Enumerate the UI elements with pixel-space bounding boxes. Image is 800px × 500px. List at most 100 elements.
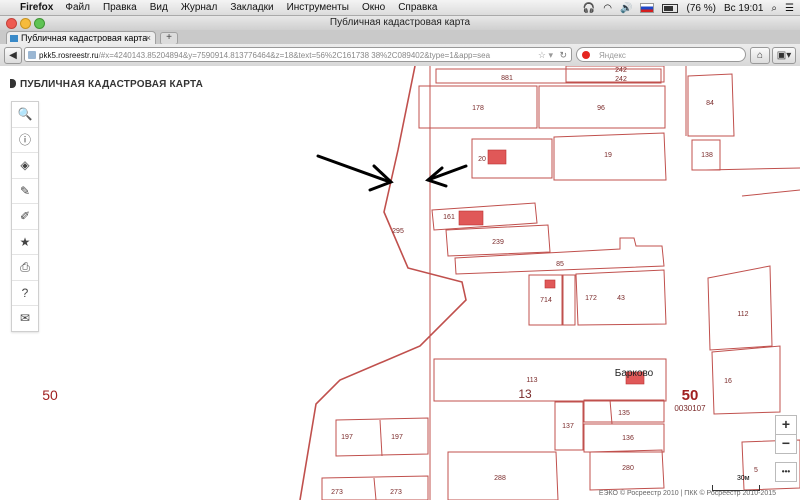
- spotlight-icon[interactable]: ⌕: [771, 3, 777, 14]
- district-label: 50: [682, 387, 699, 404]
- maximize-window-button[interactable]: [34, 18, 45, 29]
- menu-app-firefox[interactable]: Firefox: [20, 2, 53, 13]
- quarter-label: 0030107: [674, 404, 706, 413]
- layers-tool-button[interactable]: ◈: [12, 153, 38, 179]
- star-icon: ★: [19, 234, 31, 249]
- parcel-label: 280: [622, 465, 634, 472]
- parcel-label: 5: [754, 467, 758, 474]
- tab-bar: Публичная кадастровая карта × +: [0, 30, 800, 45]
- parcel-label: 96: [597, 105, 605, 112]
- cadastral-map[interactable]: 881 242 242 84 178 96 20 19 138 161 295 …: [0, 66, 800, 500]
- parcel-label: 197: [391, 434, 403, 441]
- close-tab-icon[interactable]: ×: [146, 32, 151, 44]
- close-window-button[interactable]: [6, 18, 17, 29]
- village-label: Барково: [615, 368, 654, 379]
- headphones-icon[interactable]: 🎧: [583, 3, 595, 14]
- volume-icon[interactable]: 🔊: [620, 3, 632, 14]
- parcel-label: 172: [585, 295, 597, 302]
- parcel-label: 84: [706, 100, 714, 107]
- menu-history[interactable]: Журнал: [181, 2, 218, 13]
- favorites-tool-button[interactable]: ★: [12, 230, 38, 255]
- building[interactable]: [487, 149, 507, 165]
- url-bar[interactable]: pkk5.rosreestr.ru/#x=4240143.85204894&y=…: [24, 47, 572, 62]
- search-tool-button[interactable]: 🔍: [12, 102, 38, 128]
- menu-view[interactable]: Вид: [150, 2, 168, 13]
- battery-percent: (76 %): [686, 2, 716, 14]
- language-flag-icon[interactable]: [640, 3, 655, 13]
- os-menubar: Firefox Файл Правка Вид Журнал Закладки …: [0, 0, 800, 16]
- parcel-label: 135: [618, 410, 630, 417]
- parcel-label: 714: [540, 297, 552, 304]
- notifications-icon[interactable]: ☰: [785, 3, 794, 14]
- parcel-label: 85: [556, 261, 564, 268]
- menu-edit[interactable]: Правка: [103, 2, 137, 13]
- parcel[interactable]: [707, 265, 773, 351]
- parcel[interactable]: [454, 237, 665, 275]
- rosreestr-logo-icon: [10, 79, 16, 88]
- menu-bookmarks[interactable]: Закладки: [230, 2, 273, 13]
- parcel[interactable]: [562, 274, 576, 326]
- parcel[interactable]: [711, 345, 781, 415]
- parcel-label: 288: [494, 475, 506, 482]
- print-icon: ⎙: [20, 259, 30, 274]
- yandex-icon: [582, 51, 590, 59]
- parcel-label: 239: [492, 239, 504, 246]
- parcel-label: 137: [562, 423, 574, 430]
- window-titlebar: Публичная кадастровая карта: [0, 16, 800, 30]
- bookmark-star-icon[interactable]: ☆ ▾: [538, 48, 553, 61]
- parcel-label: 881: [501, 75, 513, 82]
- wifi-icon[interactable]: ◠: [603, 3, 612, 14]
- toolbar: 🔍 ⓘ ◈ ✎ ✐ ★ ⎙ ? ✉: [11, 101, 39, 332]
- parcel-label: 19: [604, 152, 612, 159]
- navigation-bar: ◀ pkk5.rosreestr.ru/#x=4240143.85204894&…: [0, 44, 800, 67]
- parcel-label: 113: [526, 377, 537, 384]
- zoom-out-button[interactable]: −: [775, 434, 797, 454]
- menu-window[interactable]: Окно: [362, 2, 385, 13]
- menu-tools[interactable]: Инструменты: [287, 2, 349, 13]
- parcel-label: 136: [622, 435, 634, 442]
- help-icon: ?: [21, 285, 29, 300]
- parcel-label: 197: [341, 434, 353, 441]
- layers-icon: ◈: [20, 158, 30, 173]
- app-title: ПУБЛИЧНАЯ КАДАСТРОВАЯ КАРТА: [20, 79, 204, 90]
- site-identity-icon[interactable]: [28, 51, 36, 59]
- page-content: 881 242 242 84 178 96 20 19 138 161 295 …: [0, 66, 800, 500]
- boundary-line: [299, 66, 467, 500]
- parcel-label: 273: [331, 489, 343, 496]
- building[interactable]: [544, 279, 556, 289]
- parcel-label: 13: [518, 387, 532, 401]
- parcel-label: 20: [478, 156, 486, 163]
- info-icon: ⓘ: [18, 133, 31, 148]
- minimize-window-button[interactable]: [20, 18, 31, 29]
- measure-tool-button[interactable]: ✐: [12, 204, 38, 230]
- home-button[interactable]: ⌂: [750, 47, 770, 64]
- reload-icon[interactable]: ↻: [559, 48, 567, 61]
- parcel-label: 43: [617, 295, 625, 302]
- mail-icon: ✉: [19, 311, 31, 326]
- app-logo[interactable]: ПУБЛИЧНАЯ КАДАСТРОВАЯ КАРТА: [10, 79, 203, 90]
- scale-label: 30м: [737, 475, 750, 482]
- toolbar-menu-button[interactable]: ▣▾: [772, 47, 796, 64]
- clock[interactable]: Вс 19:01: [724, 3, 763, 14]
- parcel-label: 161: [443, 214, 455, 221]
- battery-icon[interactable]: [662, 3, 679, 13]
- building[interactable]: [458, 210, 484, 226]
- parcel[interactable]: [435, 68, 662, 84]
- url-path: /#x=4240143.85204894&y=7590914.813776464…: [98, 51, 491, 60]
- menu-file[interactable]: Файл: [65, 2, 90, 13]
- feedback-tool-button[interactable]: ✉: [12, 306, 38, 331]
- more-button[interactable]: •••: [775, 462, 797, 482]
- parcel-label: 178: [472, 105, 484, 112]
- menu-help[interactable]: Справка: [398, 2, 437, 13]
- parcel-label: 138: [701, 152, 713, 159]
- parcel-label: 242: [615, 67, 627, 74]
- info-tool-button[interactable]: ⓘ: [12, 128, 38, 153]
- print-tool-button[interactable]: ⎙: [12, 255, 38, 281]
- back-button[interactable]: ◀: [4, 47, 22, 64]
- draw-tool-button[interactable]: ✎: [12, 179, 38, 204]
- search-bar[interactable]: Яндекс: [576, 47, 746, 62]
- zoom-in-button[interactable]: +: [775, 415, 797, 435]
- help-tool-button[interactable]: ?: [12, 281, 38, 306]
- tab-cadastral-map[interactable]: Публичная кадастровая карта ×: [6, 31, 156, 44]
- window-title: Публичная кадастровая карта: [329, 17, 471, 28]
